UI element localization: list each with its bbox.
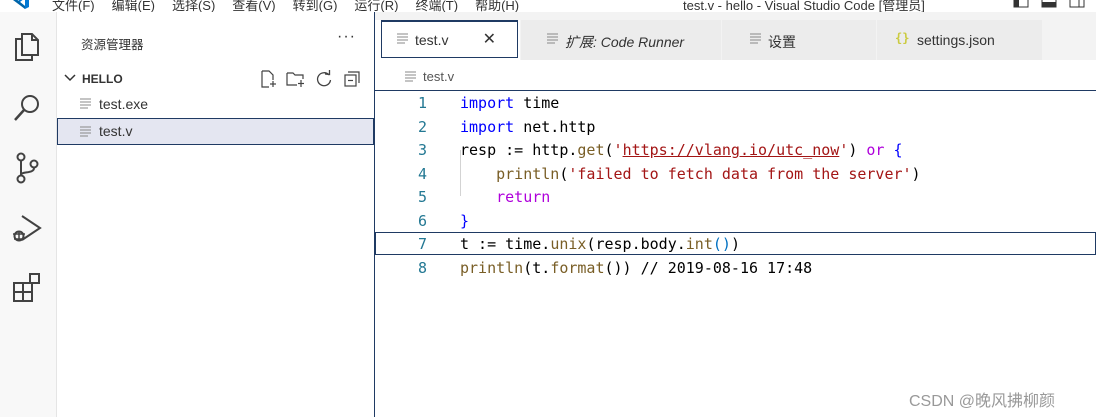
watermark: CSDN @晚风拂柳颜: [909, 393, 1056, 410]
extensions-icon: [13, 273, 40, 302]
code-text: println('failed to fetch data from the s…: [496, 165, 921, 183]
explorer-icon: [15, 33, 39, 61]
file-name: test.v: [99, 123, 133, 139]
line-number: 6: [417, 212, 427, 230]
file-lines-icon: [750, 33, 761, 44]
toggle-panel-icon[interactable]: [1041, 0, 1057, 8]
code-text: t := time.unix(resp.body.int()): [460, 235, 740, 253]
file-lines-icon: [80, 126, 91, 137]
collapse-all-button[interactable]: [341, 69, 363, 89]
code-text: println(t.format()) // 2019-08-16 17:48: [460, 259, 813, 277]
code-text: resp := http.get('https://vlang.io/utc_n…: [460, 141, 903, 159]
file-item-test-v[interactable]: test.v: [57, 118, 374, 145]
breadcrumb-file[interactable]: test.v: [423, 69, 454, 84]
editor-tab-bar: test.v ✕ 扩展: Code Runner 设置 {} settings.…: [375, 12, 1096, 60]
vscode-logo-icon: [13, 0, 29, 9]
activity-source-control[interactable]: [10, 151, 44, 185]
code-text: import net.http: [460, 118, 596, 136]
sidebar-title: 资源管理器: [81, 38, 144, 52]
new-file-button[interactable]: [257, 69, 279, 89]
line-number: 1: [417, 94, 427, 112]
tab-label: test.v: [415, 32, 449, 48]
code-line[interactable]: 5 return: [375, 185, 1096, 208]
code-line[interactable]: 4 println('failed to fetch data from the…: [375, 162, 1096, 185]
tab-test-v[interactable]: test.v ✕: [375, 20, 521, 60]
file-lines-icon: [80, 98, 91, 109]
line-number: 7: [417, 235, 427, 253]
code-editor[interactable]: 1 import time 2 import net.http 3 resp :…: [375, 91, 1096, 417]
tab-label: settings.json: [917, 32, 995, 48]
source-control-icon: [16, 152, 39, 184]
new-folder-button[interactable]: [285, 69, 307, 89]
activity-bar: [0, 12, 57, 417]
file-name: test.exe: [99, 96, 149, 112]
line-number: 2: [417, 118, 427, 136]
code-line[interactable]: 6 }: [375, 209, 1096, 232]
code-line-current[interactable]: 7 t := time.unix(resp.body.int()): [375, 232, 1096, 255]
folder-actions: [257, 69, 363, 89]
run-debug-icon: [13, 215, 42, 242]
refresh-button[interactable]: [313, 69, 335, 89]
code-line[interactable]: 8 println(t.format()) // 2019-08-16 17:4…: [375, 256, 1096, 279]
file-lines-icon: [405, 71, 416, 82]
tab-settings-json[interactable]: {} settings.json: [877, 20, 1043, 60]
new-folder-icon: [286, 72, 304, 87]
activity-extensions[interactable]: [10, 270, 44, 304]
new-file-icon: [261, 70, 276, 88]
code-line[interactable]: 2 import net.http: [375, 115, 1096, 138]
collapse-all-icon: [344, 71, 360, 87]
code-text: import time: [460, 94, 560, 112]
folder-name: HELLO: [82, 72, 123, 86]
tab-code-runner[interactable]: 扩展: Code Runner: [521, 20, 722, 60]
line-number: 8: [417, 259, 427, 277]
json-braces-icon: {}: [895, 31, 910, 45]
explorer-sidebar: 资源管理器 ··· HELLO test.exe test.v: [57, 12, 375, 417]
breadcrumb: test.v: [375, 66, 1096, 88]
file-lines-icon: [547, 33, 558, 44]
tab-label: 设置: [768, 34, 796, 50]
code-text: }: [460, 212, 470, 230]
activity-run-debug[interactable]: [10, 212, 44, 246]
line-number: 4: [417, 165, 427, 183]
refresh-icon: [316, 70, 332, 87]
file-item-test-exe[interactable]: test.exe: [57, 92, 374, 116]
close-icon[interactable]: ✕: [483, 29, 496, 49]
sidebar-more-button[interactable]: ···: [337, 28, 356, 46]
chevron-down-icon: [64, 74, 76, 82]
line-number: 5: [417, 188, 427, 206]
line-number: 3: [417, 141, 427, 159]
file-lines-icon: [397, 33, 408, 44]
tab-settings[interactable]: 设置: [722, 20, 877, 60]
toggle-sidebar-icon[interactable]: [1013, 0, 1029, 8]
search-icon: [14, 95, 39, 121]
code-line[interactable]: 1 import time: [375, 91, 1096, 114]
toggle-secondary-sidebar-icon[interactable]: [1069, 0, 1085, 8]
tab-label: 扩展: Code Runner: [565, 34, 685, 50]
activity-search[interactable]: [10, 91, 44, 125]
folder-header[interactable]: HELLO: [57, 68, 374, 90]
code-text: return: [496, 188, 551, 206]
code-line[interactable]: 3 resp := http.get('https://vlang.io/utc…: [375, 138, 1096, 161]
activity-explorer[interactable]: [10, 30, 44, 64]
